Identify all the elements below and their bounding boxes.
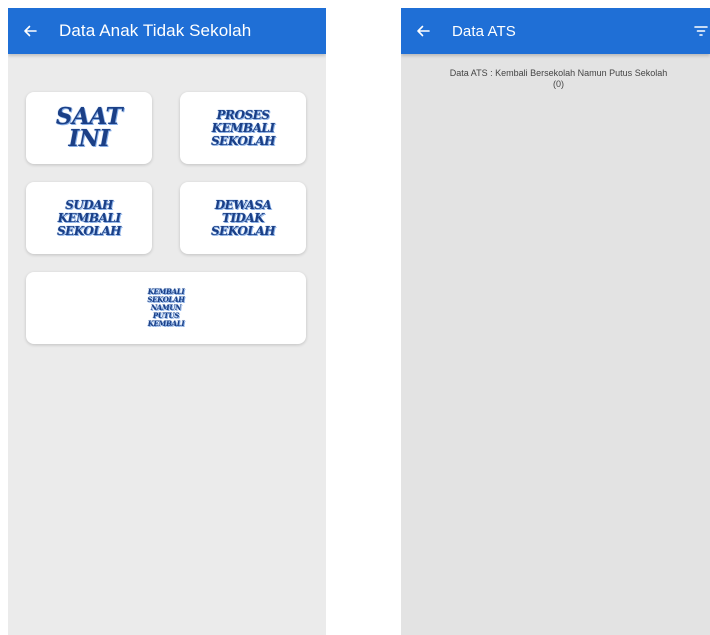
page-title: Data ATS	[452, 22, 516, 40]
menu-card-label: SUDAH KEMBALI SEKOLAH	[57, 197, 121, 238]
menu-card-label: PROSES KEMBALI SEKOLAH	[211, 107, 275, 148]
menu-card-kembali-sekolah-namun-putus[interactable]: KEMBALI SEKOLAH NAMUN PUTUS KEMBALI	[26, 272, 306, 344]
menu-card-sudah-kembali-sekolah[interactable]: SUDAH KEMBALI SEKOLAH	[26, 182, 152, 254]
ats-summary-text: Data ATS : Kembali Bersekolah Namun Putu…	[449, 68, 668, 78]
ats-summary-count: (0)	[553, 79, 564, 89]
menu-card-dewasa-tidak-sekolah[interactable]: DEWASA TIDAK SEKOLAH	[180, 182, 306, 254]
app-bar: Data ATS	[401, 8, 710, 54]
menu-card-label: DEWASA TIDAK SEKOLAH	[211, 197, 275, 238]
filter-icon[interactable]	[694, 24, 708, 38]
menu-card-proses-kembali-sekolah[interactable]: PROSES KEMBALI SEKOLAH	[180, 92, 306, 164]
menu-card-label: SAAT INI	[55, 103, 123, 152]
back-icon[interactable]	[23, 24, 37, 38]
page-title: Data Anak Tidak Sekolah	[59, 21, 252, 40]
right-screen: Data ATS Data ATS : Kembali Bersekolah N…	[401, 8, 710, 635]
menu-card-label: KEMBALI SEKOLAH NAMUN PUTUS KEMBALI	[147, 287, 185, 328]
ats-summary: Data ATS : Kembali Bersekolah Namun Putu…	[401, 54, 710, 90]
menu-card-saat-ini[interactable]: SAAT INI	[26, 92, 152, 164]
left-screen: Data Anak Tidak Sekolah SAAT INI PROSES …	[8, 8, 326, 635]
back-icon[interactable]	[416, 24, 430, 38]
app-bar: Data Anak Tidak Sekolah	[8, 8, 326, 54]
